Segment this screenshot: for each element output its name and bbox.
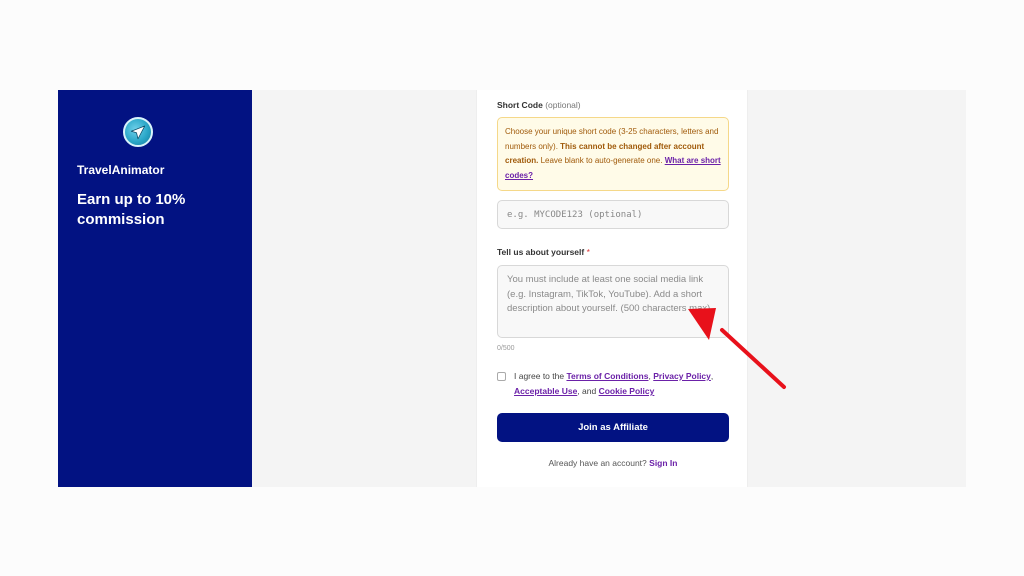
terms-link[interactable]: Terms of Conditions <box>566 371 648 381</box>
privacy-link[interactable]: Privacy Policy <box>653 371 711 381</box>
brand-sidebar: TravelAnimator Earn up to 10% commission <box>58 90 252 487</box>
agree-sep-2: , <box>710 371 714 381</box>
short-code-notice: Choose your unique short code (3-25 char… <box>497 117 729 191</box>
brand-name: TravelAnimator <box>77 163 165 177</box>
agree-sep-1: , <box>648 371 651 381</box>
signup-page: TravelAnimator Earn up to 10% commission… <box>58 90 966 487</box>
notice-tail: Leave blank to auto-generate one. <box>540 156 663 165</box>
acceptable-use-link[interactable]: Acceptable Use <box>514 386 577 396</box>
short-code-label-text: Short Code <box>497 100 543 110</box>
optional-tag: (optional) <box>545 100 581 110</box>
join-affiliate-button[interactable]: Join as Affiliate <box>497 413 729 442</box>
signin-prompt-text: Already have an account? <box>548 458 647 468</box>
short-code-label: Short Code (optional) <box>497 100 581 110</box>
airplane-globe-icon <box>123 117 153 147</box>
required-marker: * <box>586 247 590 257</box>
agree-prefix: I agree to the <box>514 371 565 381</box>
agreement-text: I agree to the Terms of Conditions, Priv… <box>514 369 729 399</box>
character-counter: 0/500 <box>497 345 515 352</box>
signin-prompt: Already have an account? Sign In <box>477 458 749 468</box>
about-textarea[interactable] <box>497 265 729 338</box>
signup-form-card: Short Code (optional) Choose your unique… <box>476 90 748 487</box>
sign-in-link[interactable]: Sign In <box>649 458 677 468</box>
short-code-input[interactable] <box>497 200 729 229</box>
about-label: Tell us about yourself * <box>497 247 590 257</box>
about-label-text: Tell us about yourself <box>497 247 585 257</box>
cookie-policy-link[interactable]: Cookie Policy <box>599 386 655 396</box>
agree-sep-3: , and <box>577 386 597 396</box>
agree-checkbox[interactable] <box>497 372 506 381</box>
brand-tagline: Earn up to 10% commission <box>77 191 186 228</box>
